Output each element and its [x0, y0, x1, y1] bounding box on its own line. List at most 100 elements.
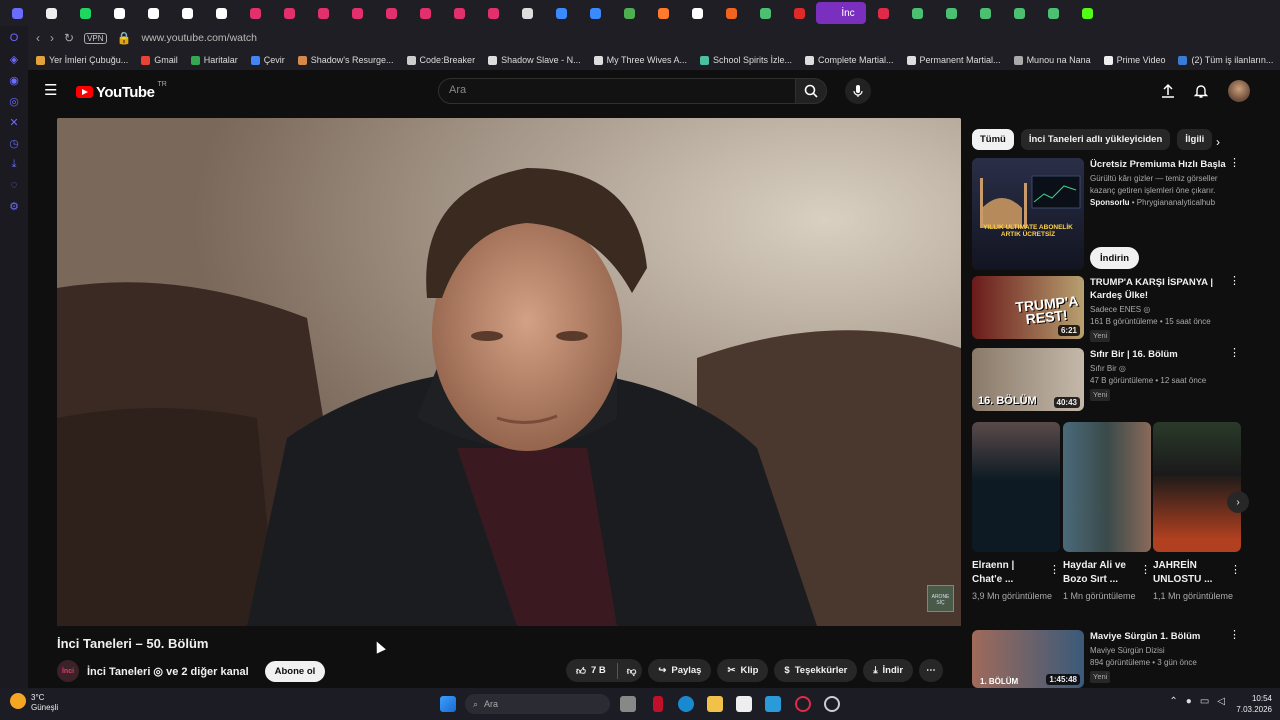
browser-tab-check[interactable] — [748, 2, 782, 24]
history-icon[interactable]: ◷ — [8, 137, 20, 150]
weather-widget[interactable]: 3°C Güneşli — [10, 693, 58, 713]
search-button[interactable] — [795, 78, 827, 104]
more-actions-button[interactable]: ⋯ — [919, 659, 943, 682]
rec-title[interactable]: Ücretsiz Premiuma Hızlı Başla — [1090, 158, 1240, 171]
browser-tab-instagram[interactable] — [238, 2, 272, 24]
browser-tab-youtube[interactable] — [782, 2, 816, 24]
bookmark-item[interactable]: Code:Breaker — [406, 55, 475, 65]
browser-tab-maps3[interactable] — [170, 2, 204, 24]
browser-tab-etsy[interactable] — [714, 2, 748, 24]
short-title[interactable]: Haydar Ali ve Bozo Sırt ... — [1063, 559, 1133, 587]
rec-item[interactable]: 16. BÖLÜM 40:43 Sıfır Bir | 16. Bölüm Sı… — [972, 348, 1240, 411]
browser-tab-check3[interactable] — [934, 2, 968, 24]
more-vert-icon[interactable]: ⋮ — [1229, 348, 1240, 359]
short-thumbnail[interactable] — [1063, 422, 1151, 552]
bookmark-item[interactable]: My Three Wives A... — [593, 55, 687, 65]
mic-tray-icon[interactable]: ● — [1186, 696, 1192, 707]
user-avatar[interactable] — [1228, 80, 1250, 102]
rec-channel[interactable]: Sıfır Bir ◎ — [1090, 363, 1240, 375]
bookmark-item[interactable]: School Spirits İzle... — [699, 55, 792, 65]
bookmark-item[interactable]: Munou na Nana — [1013, 55, 1091, 65]
opera-logo-icon[interactable]: O — [8, 32, 20, 44]
more-vert-icon[interactable]: ⋮ — [1049, 563, 1060, 576]
chat-icon[interactable]: ◌ — [8, 179, 20, 191]
messenger-icon[interactable]: ◉ — [8, 74, 20, 87]
subscribe-button[interactable]: Abone ol — [264, 660, 326, 682]
download-icon[interactable]: ⤓ — [8, 158, 20, 170]
upload-icon[interactable] — [1159, 82, 1177, 100]
browser-tab-instagram4[interactable] — [340, 2, 374, 24]
browser-tab-maps[interactable] — [102, 2, 136, 24]
browser-tab-gmail[interactable] — [34, 2, 68, 24]
browser-tab-check4[interactable] — [968, 2, 1002, 24]
video-player[interactable]: ARONE SİÇ — [57, 118, 961, 626]
browser-tab-check5[interactable] — [1002, 2, 1036, 24]
extensions-icon[interactable]: ◈ — [8, 53, 20, 66]
app-icon[interactable] — [653, 696, 663, 712]
browser-tab-instagram3[interactable] — [306, 2, 340, 24]
more-vert-icon[interactable]: ⋮ — [1229, 276, 1240, 287]
rec-thumbnail[interactable]: 1. BÖLÜM 1:45:48 — [972, 630, 1084, 688]
rec-channel[interactable]: Maviye Sürgün Dizisi — [1090, 645, 1240, 657]
browser-tab-instagram5[interactable] — [374, 2, 408, 24]
hamburger-menu-icon[interactable]: ☰ — [44, 83, 60, 99]
volume-icon[interactable]: ◁ — [1217, 696, 1225, 707]
task-view-icon[interactable] — [620, 696, 636, 712]
chip-all[interactable]: Tümü — [972, 129, 1014, 150]
channel-watermark[interactable]: ARONE SİÇ — [927, 585, 954, 612]
short-item[interactable]: Haydar Ali ve Bozo Sırt ... 1 Mn görüntü… — [1063, 422, 1151, 603]
browser-tab-x[interactable] — [510, 2, 544, 24]
thanks-button[interactable]: $ Teşekkürler — [774, 659, 858, 682]
more-vert-icon[interactable]: ⋮ — [1229, 158, 1240, 169]
channel-name[interactable]: İnci Taneleri ◎ ve 2 diğer kanal — [87, 665, 249, 678]
chip-related[interactable]: İlgili — [1177, 129, 1213, 150]
ad-install-button[interactable]: İndirin — [1090, 247, 1140, 269]
rec-title[interactable]: TRUMP'A KARŞI İSPANYA | Kardeş Ülke! — [1090, 276, 1240, 302]
more-vert-icon[interactable]: ⋮ — [1230, 563, 1241, 576]
bookmark-item[interactable]: Yer İmleri Çubuğu... — [36, 55, 128, 65]
share-button[interactable]: ↪ Paylaş — [648, 659, 712, 682]
rec-item[interactable]: 1. BÖLÜM 1:45:48 Maviye Sürgün 1. Bölüm … — [972, 630, 1240, 688]
bookmark-item[interactable]: Shadow's Resurge... — [297, 55, 394, 65]
browser-tab-instagram2[interactable] — [272, 2, 306, 24]
app-icon[interactable] — [765, 696, 781, 712]
forward-icon[interactable]: › — [50, 31, 54, 45]
browser-tab-check2[interactable] — [900, 2, 934, 24]
short-item[interactable]: Elraenn | Chat'e ... 3,9 Mn görüntüleme … — [972, 422, 1060, 603]
search-input[interactable]: Ara — [438, 78, 796, 104]
settings-icon[interactable]: ⚙ — [8, 200, 20, 213]
edge-icon[interactable] — [678, 696, 694, 712]
youtube-logo[interactable]: YouTube TR — [76, 81, 167, 101]
reload-icon[interactable]: ↻ — [64, 31, 74, 45]
browser-tab-instagram6[interactable] — [408, 2, 442, 24]
bookmark-item[interactable]: Prime Video — [1103, 55, 1165, 65]
short-thumbnail[interactable] — [1153, 422, 1241, 552]
display-icon[interactable]: ▭ — [1200, 696, 1209, 707]
rec-item[interactable]: TRUMP'A REST! 6:21 TRUMP'A KARŞI İSPANYA… — [972, 276, 1240, 342]
channel-avatar[interactable]: İnci — [57, 660, 79, 682]
short-item[interactable]: JAHREİN UNLOSTU ... 1,1 Mn görüntüleme ⋮ — [1153, 422, 1241, 603]
opera-gx-icon[interactable] — [824, 696, 840, 712]
browser-tab-calendar[interactable] — [578, 2, 612, 24]
browser-tab-maps4[interactable] — [204, 2, 238, 24]
ad-thumbnail[interactable]: YILLIK ULTIMATE ABONELİK ARTIK ÜCRETSİZ — [972, 158, 1084, 270]
short-title[interactable]: Elraenn | Chat'e ... — [972, 559, 1042, 587]
bookmark-item[interactable]: Haritalar — [190, 55, 238, 65]
url-field[interactable]: www.youtube.com/watch — [141, 32, 257, 44]
chevron-up-icon[interactable]: ⌃ — [1169, 696, 1177, 707]
bookmark-item[interactable]: Permanent Martial... — [906, 55, 1001, 65]
browser-tab-youtube2[interactable] — [866, 2, 900, 24]
vpn-badge[interactable]: VPN — [84, 32, 107, 44]
bookmark-item[interactable]: Complete Martial... — [805, 55, 894, 65]
browser-tab-notion[interactable] — [680, 2, 714, 24]
bookmark-item[interactable]: (2) Tüm iş ilanların... — [1178, 55, 1273, 65]
chevron-right-icon[interactable]: › — [1216, 135, 1220, 149]
clip-button[interactable]: ✂ Klip — [717, 659, 769, 682]
notifications-bell-icon[interactable] — [1192, 82, 1210, 100]
file-explorer-icon[interactable] — [707, 696, 723, 712]
short-thumbnail[interactable] — [972, 422, 1060, 552]
browser-tab-chart[interactable] — [612, 2, 646, 24]
clock[interactable]: 10:54 7.03.2026 — [1236, 693, 1272, 715]
x-icon[interactable]: ✕ — [8, 116, 20, 129]
bookmark-item[interactable]: Shadow Slave - N... — [488, 55, 581, 65]
